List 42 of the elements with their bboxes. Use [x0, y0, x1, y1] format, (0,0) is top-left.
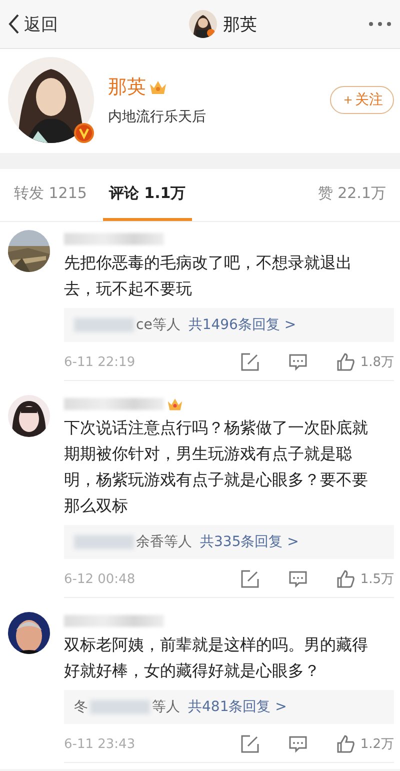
thumbs-up-icon[interactable] [336, 352, 356, 372]
comment-icon[interactable] [288, 569, 308, 589]
replies-preview[interactable]: 冬 等人 共481条回复 > [64, 690, 394, 724]
share-icon[interactable] [240, 734, 260, 754]
like-count: 1.8万 [360, 354, 394, 371]
comment-time: 6-11 22:19 [64, 354, 136, 370]
comment-text: 先把你恶毒的毛病改了吧，不想录就退出去，玩不起不要玩 [64, 252, 353, 300]
reply-names: 余香等人 [136, 533, 192, 551]
comment-time: 6-11 23:43 [64, 736, 136, 752]
thumbs-up-icon[interactable] [336, 569, 356, 589]
back-icon [8, 13, 20, 35]
comment-time: 6-12 00:48 [64, 572, 136, 586]
reply-count-link[interactable]: 共481条回复 > [188, 698, 287, 716]
page-title: 那英 [223, 14, 257, 36]
replies-preview[interactable]: 余香等人 共335条回复 > [64, 525, 394, 559]
like-count: 1.5万 [360, 571, 394, 588]
reply-names: 等人 [152, 698, 180, 716]
reply-count-link[interactable]: 共335条回复 > [200, 533, 299, 551]
follow-button[interactable]: ＋关注 [330, 86, 394, 114]
tab[interactable]: 转发 1215 [8, 169, 93, 221]
share-icon[interactable] [240, 569, 260, 589]
comment-text: 下次说话注意点行吗？杨紫做了一次卧底就期期被你针对，男生玩游戏有点子就是聪明，杨紫玩游戏有点子就是心眼多？要不要那么双标 [64, 417, 369, 517]
back-button[interactable]: 返回 [8, 12, 58, 36]
comment-icon[interactable] [288, 734, 308, 754]
reply-names: ce等人 [136, 316, 180, 334]
like-count: 1.2万 [360, 736, 394, 753]
tab[interactable]: 评论 1.1万 [102, 169, 192, 221]
blurred-username [74, 318, 134, 332]
comment-icon[interactable] [288, 352, 308, 372]
reply-count-link[interactable]: 共1496条回复 > [188, 316, 296, 334]
tab[interactable]: 赞 22.1万 [312, 169, 392, 221]
comment-text: 双标老阿姨，前辈就是这样的吗。男的藏得好就好棒，女的藏得好就是心眼多？ [64, 634, 369, 682]
verified-badge-icon [74, 123, 94, 143]
blurred-username [90, 700, 150, 714]
profile-name: 那英 [108, 75, 146, 100]
thumbs-up-icon[interactable] [336, 734, 356, 754]
reply-names: 冬 [74, 698, 88, 716]
replies-preview[interactable]: ce等人 共1496条回复 > [64, 308, 394, 342]
blurred-username [74, 535, 134, 549]
more-icon[interactable] [368, 21, 392, 27]
share-icon[interactable] [240, 352, 260, 372]
profile-subtitle: 内地流行乐天后 [108, 108, 207, 126]
